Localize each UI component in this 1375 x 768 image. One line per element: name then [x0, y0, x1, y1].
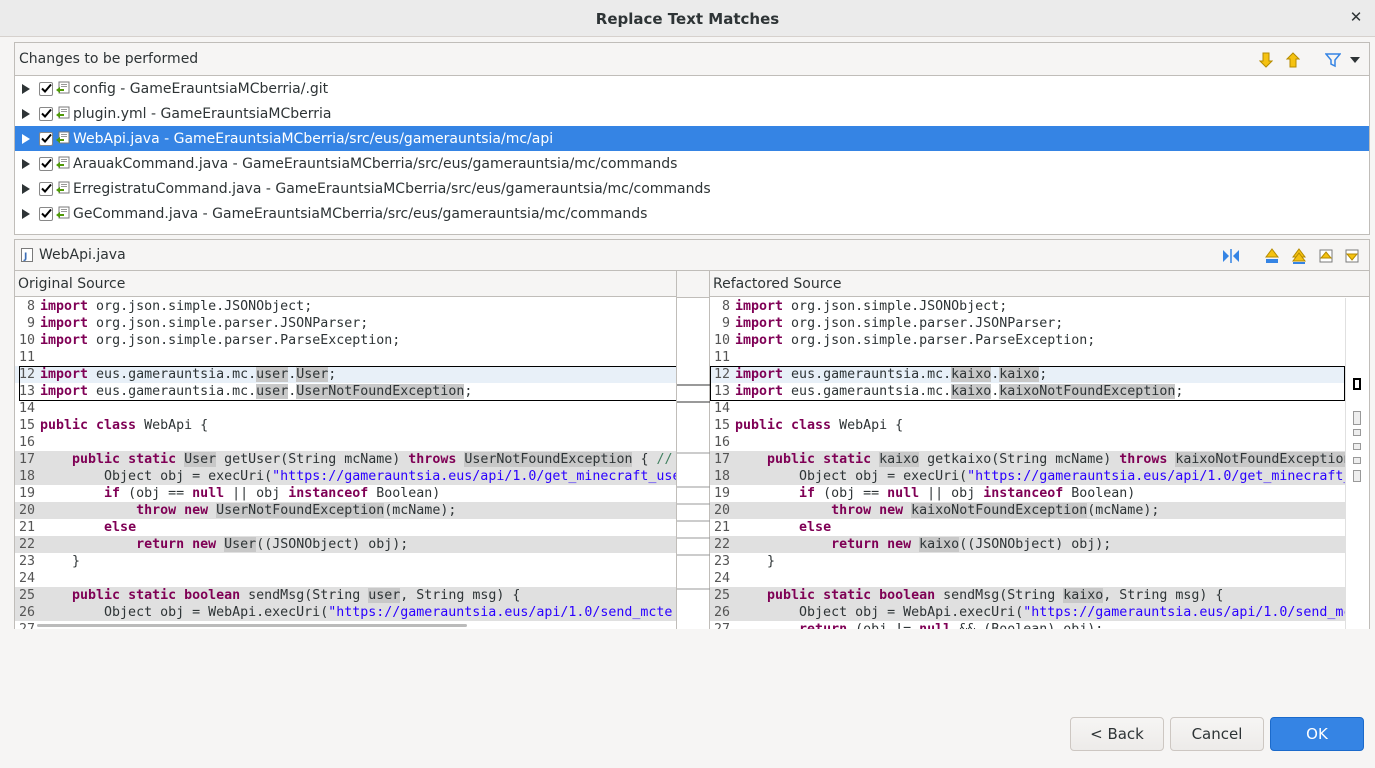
tree-item[interactable]: WebApi.java - GameErauntsiaMCberria/src/…: [15, 126, 1369, 151]
change-file-icon: [55, 181, 71, 197]
titlebar: Replace Text Matches ✕: [0, 0, 1375, 37]
previous-change-diff-button[interactable]: [1341, 245, 1363, 267]
expand-arrow-icon[interactable]: [16, 76, 36, 101]
java-file-icon: J: [21, 248, 33, 262]
refactored-source-pane: Refactored Source 8 import org.json.simpl…: [710, 271, 1369, 629]
tree-item[interactable]: ErregistratuCommand.java - GameErauntsia…: [15, 176, 1369, 201]
change-file-icon: [55, 156, 71, 172]
close-icon[interactable]: ✕: [1347, 8, 1365, 26]
refactored-overview-ruler[interactable]: [1345, 298, 1369, 629]
previous-difference-button[interactable]: [1288, 245, 1310, 267]
change-file-icon: [55, 81, 71, 97]
change-file-icon: [55, 106, 71, 122]
filter-menu-button[interactable]: [1345, 50, 1365, 70]
original-source-title: Original Source: [15, 271, 676, 297]
next-change-icon: [1319, 249, 1333, 263]
next-diff-icon: [1265, 248, 1279, 263]
expand-arrow-icon[interactable]: [16, 201, 36, 226]
expand-arrow-icon[interactable]: [16, 151, 36, 176]
tree-item-label: ErregistratuCommand.java - GameErauntsia…: [73, 180, 711, 197]
previous-change-button[interactable]: [1283, 50, 1303, 70]
replace-dialog: Replace Text Matches ✕ Changes to be per…: [0, 0, 1375, 768]
preview-panel: J WebApi.java Original Source 8 import or…: [14, 239, 1370, 629]
diff-connectors: [677, 384, 711, 590]
preview-file-name: WebApi.java: [39, 247, 126, 263]
expand-arrow-icon[interactable]: [16, 176, 36, 201]
original-source-pane: Original Source 8 import org.json.simple.…: [15, 271, 676, 629]
tree-item-label: GeCommand.java - GameErauntsiaMCberria/s…: [73, 205, 648, 222]
change-file-icon: [55, 131, 71, 147]
tree-item-label: ArauakCommand.java - GameErauntsiaMCberr…: [73, 155, 678, 172]
include-checkbox[interactable]: [39, 156, 53, 171]
back-button[interactable]: < Back: [1070, 717, 1164, 751]
arrow-down-icon: [1259, 52, 1273, 68]
original-code[interactable]: 8 import org.json.simple.JSONObject; 9 imp…: [15, 298, 676, 629]
filter-button[interactable]: [1323, 50, 1343, 70]
chevron-down-icon: [1350, 57, 1360, 63]
filter-icon: [1325, 53, 1341, 68]
refactored-source-title: Refactored Source: [710, 271, 1369, 297]
arrow-up-icon: [1286, 52, 1300, 68]
tree-item[interactable]: ArauakCommand.java - GameErauntsiaMCberr…: [15, 151, 1369, 176]
tree-item-label: plugin.yml - GameErauntsiaMCberria: [73, 105, 332, 122]
cancel-button[interactable]: Cancel: [1170, 717, 1264, 751]
include-checkbox[interactable]: [39, 181, 53, 196]
changes-header: Changes to be performed: [15, 43, 1369, 76]
include-checkbox[interactable]: [39, 81, 53, 96]
prev-diff-icon: [1292, 248, 1306, 264]
refactored-code[interactable]: 8 import org.json.simple.JSONObject; 9 imp…: [710, 298, 1345, 629]
tree-item[interactable]: config - GameErauntsiaMCberria/.git: [15, 76, 1369, 101]
prev-change-icon: [1345, 249, 1359, 263]
svg-text:J: J: [23, 252, 27, 262]
tree-item[interactable]: GeCommand.java - GameErauntsiaMCberria/s…: [15, 201, 1369, 226]
preview-header: J WebApi.java: [15, 240, 1369, 271]
ok-button[interactable]: OK: [1270, 717, 1364, 751]
changes-panel: Changes to be performed config - GameEra…: [14, 42, 1370, 235]
tree-item-label: WebApi.java - GameErauntsiaMCberria/src/…: [73, 130, 554, 147]
include-checkbox[interactable]: [39, 106, 53, 121]
next-change-diff-button[interactable]: [1315, 245, 1337, 267]
dialog-title: Replace Text Matches: [595, 10, 780, 28]
include-checkbox[interactable]: [39, 131, 53, 146]
tree-item[interactable]: plugin.yml - GameErauntsiaMCberria: [15, 101, 1369, 126]
changes-header-label: Changes to be performed: [19, 51, 199, 67]
swap-icon: [1223, 249, 1239, 263]
next-difference-button[interactable]: [1261, 245, 1283, 267]
include-checkbox[interactable]: [39, 206, 53, 221]
tree-item-label: config - GameErauntsiaMCberria/.git: [73, 80, 329, 97]
changes-tree: config - GameErauntsiaMCberria/.git plugi…: [15, 76, 1369, 234]
change-file-icon: [55, 206, 71, 222]
expand-arrow-icon[interactable]: [16, 101, 36, 126]
swap-sides-button[interactable]: [1220, 245, 1242, 267]
diff-connector-column: [676, 271, 711, 629]
tree-item-partial[interactable]: [15, 226, 1369, 234]
expand-arrow-icon[interactable]: [16, 126, 36, 151]
original-hscrollbar[interactable]: [37, 624, 467, 627]
next-change-button[interactable]: [1256, 50, 1276, 70]
